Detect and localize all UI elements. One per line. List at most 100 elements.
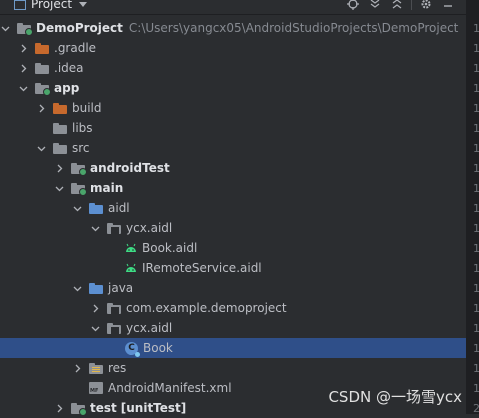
settings-icon[interactable] [418,0,434,11]
source-set-suffix: [unitTest] [120,401,187,415]
tree-item-libs[interactable]: libs [0,118,466,138]
chevron-down-icon[interactable] [36,142,46,154]
chevron-down-icon[interactable] [72,282,82,294]
gutter-line-number: 1 [473,162,479,175]
gutter-line-number: 1 [473,82,479,95]
tree-item-label: .idea [54,61,84,75]
folder-icon [35,82,51,96]
tree-item-main[interactable]: main [0,178,466,198]
project-view-title: Project [31,0,73,11]
tree-item-build[interactable]: build [0,98,466,118]
chevron-right-icon[interactable] [72,362,82,374]
folder-icon [35,42,49,54]
expand-all-icon[interactable] [367,0,383,11]
tree-item-label: aidl [108,201,130,215]
chevron-down-icon[interactable] [90,322,100,334]
gutter-line-number: 1 [473,222,479,235]
tree-item-label: IRemoteService.aidl [142,261,262,275]
folder-icon [35,62,49,74]
watermark: CSDN @一场雪ycx [328,388,462,406]
package-icon [107,222,121,234]
chevron-down-icon[interactable] [72,202,82,214]
chevron-down-icon [79,1,88,7]
folder-icon [89,282,103,294]
tree-item-label: ycx.aidl [126,221,173,235]
tree-item-label: test [90,401,117,415]
chevron-right-icon[interactable] [54,402,64,414]
gutter-line-number: 1 [473,302,479,315]
gutter-line-number: 1 [473,122,479,135]
tree-item-label: Book [143,341,173,355]
chevron-right-icon[interactable] [18,62,28,74]
chevron-right-icon[interactable] [18,42,28,54]
tree-item-idea[interactable]: .idea [0,58,466,78]
collapse-all-icon[interactable] [389,0,405,11]
folder-icon [89,362,103,374]
tree-item-res[interactable]: res [0,358,466,378]
chevron-down-icon[interactable] [90,222,100,234]
chevron-down-icon[interactable] [18,82,28,94]
gutter-line-number: 1 [473,202,479,215]
minimize-icon[interactable] [440,0,456,11]
tree-item-label: java [108,281,134,295]
project-view-selector[interactable]: Project [14,0,88,11]
tree-item-iremoteservice-aidl[interactable]: IRemoteService.aidl [0,258,466,278]
chevron-down-icon[interactable] [54,182,64,194]
gutter-line-number: 1 [473,42,479,55]
tree-item-app[interactable]: app [0,78,466,98]
folder-icon [71,162,87,176]
tree-item-gradle[interactable]: .gradle [0,38,466,58]
tree-item-book[interactable]: C Book [0,338,466,358]
chevron-right-icon[interactable] [54,162,64,174]
project-path: C:\Users\yangcx05\AndroidStudioProjects\… [128,21,459,35]
gutter-line-number: 1 [473,282,479,295]
tree-item-java[interactable]: java [0,278,466,298]
tree-item-label: ycx.aidl [126,321,173,335]
package-icon [107,302,121,314]
tree-item-label: .gradle [54,41,97,55]
window-icon [14,0,26,10]
tree-item-demoproject[interactable]: DemoProject C:\Users\yangcx05\AndroidStud… [0,18,466,38]
tree-item-book-aidl[interactable]: Book.aidl [0,238,466,258]
folder-icon [53,102,67,114]
project-toolbar: Project [0,0,466,15]
tree-item-label: app [54,81,80,95]
folder-icon [71,182,87,196]
folder-icon [17,22,33,36]
tree-item-src[interactable]: src [0,138,466,158]
tree-item-ycx-aidl[interactable]: ycx.aidl [0,218,466,238]
android-icon [125,263,137,273]
tree-item-com-example-demoproject[interactable]: com.example.demoproject [0,298,466,318]
gutter-line-number: 1 [473,242,479,255]
tree-item-androidtest[interactable]: androidTest [0,158,466,178]
package-icon [107,322,121,334]
tree-item-label: DemoProject [36,21,123,35]
chevron-down-icon[interactable] [0,22,10,34]
gutter-line-number: 1 [473,382,479,395]
java-class-icon: C [125,341,140,357]
gutter-line-number: 1 [473,322,479,335]
tree-item-ycx-aidl[interactable]: ycx.aidl [0,318,466,338]
tree-item-label: main [90,181,124,195]
folder-icon [89,202,103,214]
gutter-line-number: 2 [473,402,479,415]
gutter-line-number: 1 [473,362,479,375]
target-icon[interactable] [345,0,361,11]
tree-item-label: src [72,141,90,155]
tree-item-label: androidTest [90,161,170,175]
tree-item-aidl[interactable]: aidl [0,198,466,218]
manifest-icon [89,382,103,394]
gutter-line-number: 1 [473,22,479,35]
folder-icon [53,142,67,154]
tree-item-label: AndroidManifest.xml [108,381,232,395]
gutter-line-number: 1 [473,142,479,155]
android-icon [125,243,137,253]
gutter-line-number: 1 [473,342,479,355]
chevron-right-icon[interactable] [90,302,100,314]
chevron-right-icon[interactable] [36,102,46,114]
editor-gutter: 1 1 1 1 1 1 1 1 1 1 1 1 1 1 1 1 1 1 1 2 [466,0,479,415]
